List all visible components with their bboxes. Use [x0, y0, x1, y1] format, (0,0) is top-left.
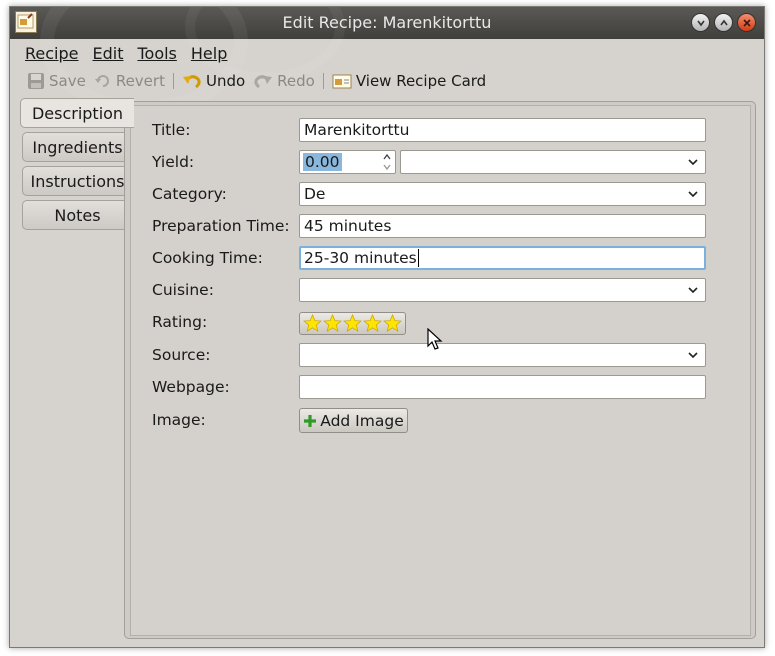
- menu-recipe[interactable]: Recipe: [25, 44, 78, 63]
- revert-icon: [94, 75, 109, 87]
- spin-arrows-icon[interactable]: [382, 152, 392, 172]
- star-icon[interactable]: [303, 314, 322, 333]
- recipe-card-icon: [332, 74, 352, 89]
- menu-edit[interactable]: Edit: [92, 44, 123, 63]
- menu-help[interactable]: Help: [191, 44, 227, 63]
- tab-instructions[interactable]: Instructions: [22, 166, 132, 196]
- close-icon[interactable]: [737, 13, 756, 32]
- toolbar: Save Revert Undo Redo View Recipe Card: [10, 67, 764, 95]
- yield-unit-select[interactable]: [400, 150, 706, 174]
- webpage-label: Webpage:: [152, 378, 230, 396]
- save-icon: [28, 73, 44, 89]
- star-icon[interactable]: [383, 314, 402, 333]
- source-label: Source:: [152, 346, 211, 364]
- redo-button[interactable]: Redo: [249, 69, 319, 93]
- chevron-down-icon: [688, 287, 698, 294]
- chevron-down-icon: [688, 191, 698, 198]
- plus-icon: [304, 414, 317, 427]
- chevron-down-icon: [688, 159, 698, 166]
- title-input[interactable]: Marenkitorttu: [299, 118, 706, 142]
- image-label: Image:: [152, 411, 206, 429]
- redo-icon: [254, 75, 273, 89]
- source-select[interactable]: [299, 343, 706, 367]
- title-bar[interactable]: Edit Recipe: Marenkitorttu: [10, 7, 764, 115]
- tab-description[interactable]: Description: [20, 98, 134, 128]
- rating-label: Rating:: [152, 313, 208, 331]
- star-icon[interactable]: [363, 314, 382, 333]
- category-label: Category:: [152, 185, 227, 203]
- prep-time-label: Preparation Time:: [152, 217, 290, 235]
- yield-label: Yield:: [152, 153, 195, 171]
- category-select[interactable]: De: [299, 182, 706, 206]
- prep-time-input[interactable]: 45 minutes: [299, 214, 706, 238]
- minimize-icon[interactable]: [691, 13, 710, 32]
- edit-recipe-window: Edit Recipe: Marenkitorttu Recipe Edit T…: [9, 6, 765, 648]
- menu-tools[interactable]: Tools: [137, 44, 176, 63]
- window-title: Edit Recipe: Marenkitorttu: [282, 13, 492, 32]
- cook-time-input[interactable]: 25-30 minutes: [299, 246, 706, 270]
- undo-button[interactable]: Undo: [178, 69, 249, 93]
- tab-notes[interactable]: Notes: [22, 200, 132, 230]
- revert-button[interactable]: Revert: [90, 69, 169, 93]
- mouse-pointer-icon: [427, 328, 443, 350]
- cuisine-select[interactable]: [299, 278, 706, 302]
- rating-stars[interactable]: [299, 312, 406, 335]
- tab-ingredients[interactable]: Ingredients: [22, 132, 132, 162]
- star-icon[interactable]: [323, 314, 342, 333]
- undo-icon: [182, 75, 201, 89]
- recipe-card-icon[interactable]: [15, 11, 37, 33]
- cuisine-label: Cuisine:: [152, 281, 214, 299]
- maximize-icon[interactable]: [714, 13, 733, 32]
- star-icon[interactable]: [343, 314, 362, 333]
- cook-time-label: Cooking Time:: [152, 249, 263, 267]
- chevron-down-icon: [688, 352, 698, 359]
- add-image-button[interactable]: Add Image: [299, 408, 408, 433]
- save-button[interactable]: Save: [23, 69, 90, 93]
- title-label: Title:: [152, 121, 191, 139]
- yield-value: 0.00: [303, 153, 342, 171]
- view-recipe-card-button[interactable]: View Recipe Card: [328, 69, 490, 93]
- webpage-input[interactable]: [299, 375, 706, 399]
- menu-bar: Recipe Edit Tools Help: [10, 40, 764, 66]
- yield-spinbox[interactable]: 0.00: [299, 150, 396, 174]
